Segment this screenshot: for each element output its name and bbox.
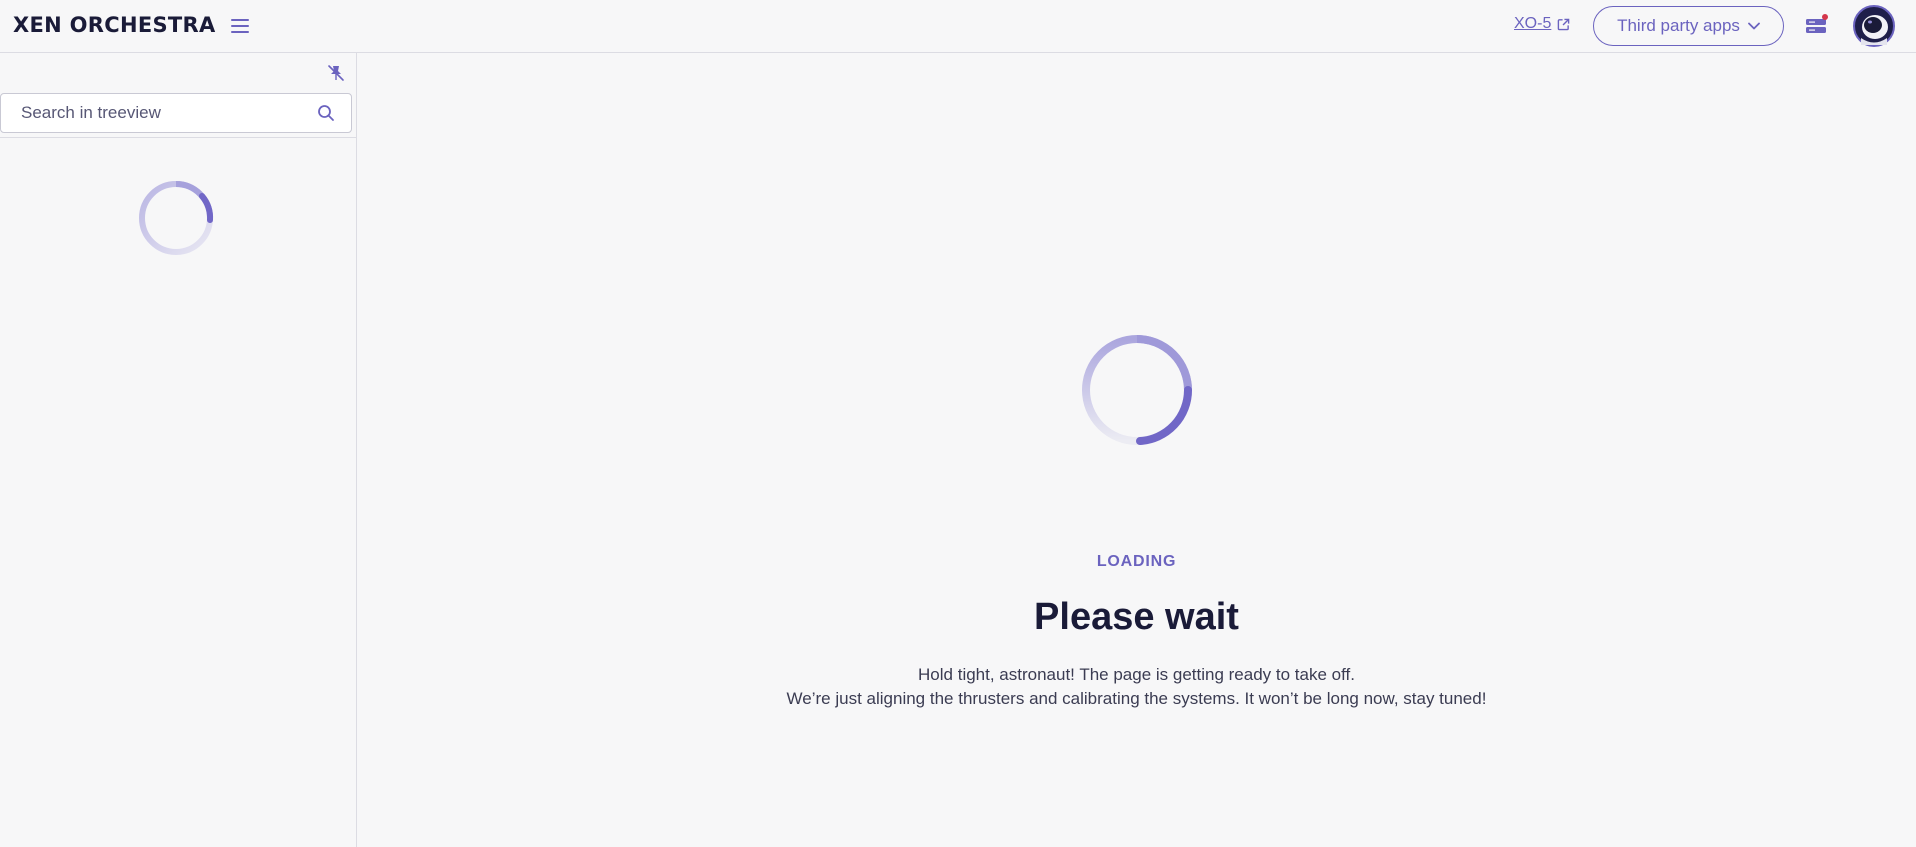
unpin-sidebar-button[interactable] bbox=[326, 63, 346, 83]
tasks-button[interactable] bbox=[1804, 13, 1830, 39]
treeview-search-box[interactable] bbox=[0, 93, 352, 133]
xo-version-link[interactable]: XO-5 bbox=[1514, 14, 1570, 34]
loading-description: Hold tight, astronaut! The page is getti… bbox=[357, 663, 1916, 711]
chevron-down-icon bbox=[1748, 22, 1760, 30]
third-party-apps-dropdown[interactable]: Third party apps bbox=[1593, 6, 1784, 46]
loading-label: LOADING bbox=[1096, 553, 1177, 570]
top-header: XEN ORCHESTRA XO-5 Third party apps bbox=[0, 0, 1916, 53]
menu-toggle-button[interactable] bbox=[228, 14, 252, 38]
description-line-1: Hold tight, astronaut! The page is getti… bbox=[918, 665, 1355, 684]
loading-spinner-icon bbox=[1082, 335, 1193, 445]
main-content: LOADING Please wait Hold tight, astronau… bbox=[357, 53, 1916, 847]
xo-version-label: XO-5 bbox=[1514, 15, 1552, 32]
unpin-icon bbox=[328, 65, 344, 81]
third-party-apps-label: Third party apps bbox=[1617, 16, 1740, 35]
sidebar-spinner-icon bbox=[139, 181, 214, 255]
search-icon[interactable] bbox=[317, 104, 335, 122]
user-avatar[interactable] bbox=[1853, 5, 1895, 47]
external-link-icon bbox=[1558, 18, 1570, 30]
tasks-icon bbox=[1806, 14, 1828, 33]
description-line-2: We’re just aligning the thrusters and ca… bbox=[786, 689, 1487, 708]
hamburger-icon bbox=[231, 19, 249, 33]
app-logo[interactable]: XEN ORCHESTRA bbox=[13, 12, 216, 38]
page-title: Please wait bbox=[1034, 596, 1239, 638]
astronaut-avatar-icon bbox=[1853, 5, 1895, 47]
treeview-search-input[interactable] bbox=[19, 102, 319, 124]
sidebar-divider bbox=[0, 137, 357, 138]
treeview-sidebar bbox=[0, 53, 357, 847]
notification-dot bbox=[1822, 14, 1828, 20]
